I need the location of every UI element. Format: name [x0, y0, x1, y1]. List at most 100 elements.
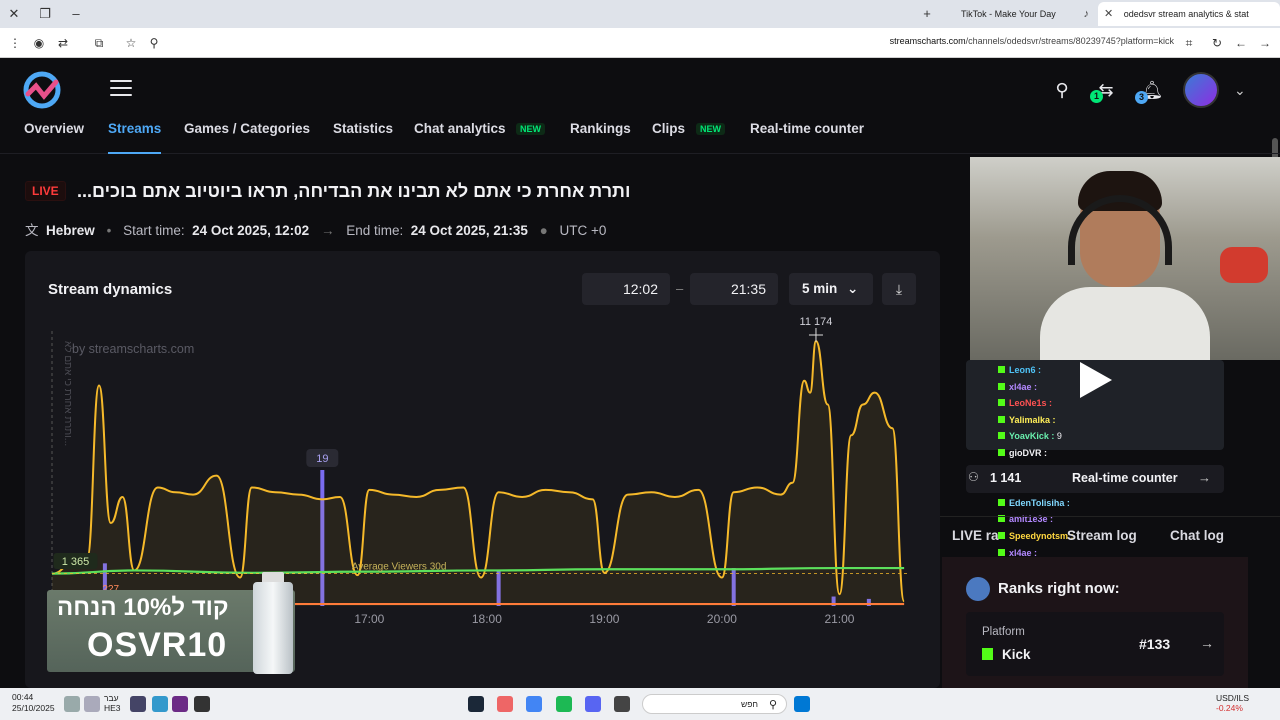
restore-window-icon[interactable]: ❐ [35, 4, 55, 24]
start-label: 1 365 [62, 556, 90, 568]
url-field[interactable]: streamscharts.com/channels/odedsvr/strea… [890, 36, 1174, 46]
tiktok-icon: ♪ [1083, 8, 1090, 20]
tab-chat-analytics[interactable]: Chat analytics [414, 120, 506, 154]
puzzle-icon[interactable]: ⧉ [90, 34, 108, 52]
x-tick-label: 18:00 [472, 612, 502, 626]
chat-username[interactable]: YoavKick : [1009, 431, 1054, 441]
rank-value: #133 [1139, 636, 1171, 652]
x-tick-label: 19:00 [589, 612, 619, 626]
tab-clips[interactable]: Clips [652, 120, 685, 154]
volume-icon[interactable] [64, 696, 80, 712]
tab-streams[interactable]: Streams [108, 120, 162, 154]
tab-streamscharts[interactable]: ✕ odedsvr stream analytics & stat [1098, 2, 1280, 26]
steam-icon[interactable] [468, 696, 484, 712]
url-host: streamscharts.com [889, 36, 966, 46]
platform-label: Platform [982, 626, 1025, 638]
new-tab-icon[interactable]: + [917, 4, 937, 24]
x-tick-label: 21:00 [824, 612, 854, 626]
extensions-icon[interactable]: ⇄ [54, 34, 72, 52]
tab-overview[interactable]: Overview [24, 120, 84, 154]
arrow-right-icon[interactable]: → [1198, 470, 1211, 485]
microphone-icon[interactable] [130, 696, 146, 712]
chat-username[interactable]: EdenTolisiha : [1009, 498, 1070, 508]
arrow-right-icon: → [320, 223, 335, 238]
back-icon[interactable]: → [1256, 34, 1274, 52]
interval-dropdown[interactable]: 5 min ⌄ [789, 273, 873, 305]
tray-app-icon[interactable] [194, 696, 210, 712]
app-icon[interactable] [497, 696, 513, 712]
chrome-icon[interactable] [526, 696, 542, 712]
currency-widget[interactable]: USD/ILS -0.24% [1216, 693, 1249, 713]
currency-pair: USD/ILS [1216, 693, 1250, 703]
lang-top: עבר [104, 693, 119, 703]
platform-rank-card[interactable]: Platform Kick #133 → [966, 612, 1224, 676]
channel-nav: Overview Streams Games / Categories Stat… [0, 120, 1280, 154]
file-explorer-icon[interactable] [614, 696, 630, 712]
onenote-icon[interactable] [172, 696, 188, 712]
chat-text: 9 [1054, 431, 1062, 442]
chevron-down-icon[interactable]: ⌄ [1234, 82, 1246, 99]
range-dash: – [676, 281, 684, 296]
chat-username[interactable]: Leon6 : [1009, 365, 1041, 375]
menu-hamburger-icon[interactable] [110, 80, 132, 98]
chat-username[interactable]: gioDVR : [1009, 448, 1047, 458]
download-icon[interactable]: ⤓ [882, 273, 916, 305]
spotify-icon[interactable] [556, 696, 572, 712]
profile-icon[interactable]: ◉ [30, 34, 48, 52]
arrow-right-icon[interactable]: → [1200, 635, 1214, 651]
translate-icon[interactable]: ⌗ [1180, 34, 1198, 52]
x-tick-label: 20:00 [707, 612, 737, 626]
windows-start-icon[interactable] [794, 696, 810, 712]
minimize-window-icon[interactable]: – [66, 4, 86, 24]
clock[interactable]: 00:44 25/10/2025 [12, 692, 55, 714]
realtime-counter-link[interactable]: Real-time counter [1072, 471, 1178, 485]
notification-badge: 3 [1135, 91, 1148, 104]
card-title: Stream dynamics [48, 281, 173, 298]
language-indicator[interactable]: עבר HE3 [104, 693, 121, 713]
tab-realtime-counter[interactable]: Real-time counter [750, 120, 864, 154]
chart-side-label: ותרת אחרת כי אתם לא... [62, 341, 74, 446]
viewers-area [52, 341, 905, 606]
from-time-input[interactable]: 12:02 [582, 273, 670, 305]
to-time-input[interactable]: 21:35 [690, 273, 778, 305]
network-icon[interactable] [84, 696, 100, 712]
kick-icon [998, 366, 1005, 373]
chat-username[interactable]: Yalimalka : [1009, 415, 1056, 425]
search-placeholder: חפש [741, 699, 758, 709]
tab-games[interactable]: Games / Categories [184, 120, 310, 154]
streamscharts-logo-icon[interactable] [22, 70, 62, 110]
chat-username[interactable]: xl4ae : [1009, 382, 1037, 392]
live-badge: LIVE [25, 181, 66, 201]
user-avatar[interactable] [1183, 72, 1219, 108]
search-icon: ⚲ [769, 699, 778, 711]
chat-peak-label: 19 [316, 453, 328, 465]
menu-dots-icon[interactable]: ⋮ [6, 34, 24, 52]
url-path: /channels/odedsvr/streams/80239745?platf… [965, 36, 1174, 46]
viewers-bar: ⚇ 1 141 Real-time counter → [966, 465, 1224, 493]
interval-value: 5 min [802, 281, 838, 296]
person-shirt [1040, 287, 1210, 360]
tray-app-icon[interactable] [152, 696, 168, 712]
tab-live-ranks[interactable]: LIVE ra [952, 528, 999, 543]
separator-dot: • [106, 223, 112, 238]
chat-message: EdenTolisiha : [998, 495, 1228, 512]
chat-username[interactable]: LeoNe1s : [1009, 398, 1052, 408]
reload-icon[interactable]: ↻ [1208, 34, 1226, 52]
tab-tiktok[interactable]: TikTok - Make Your Day ♪ [953, 2, 1093, 26]
close-window-icon[interactable]: ✕ [4, 4, 24, 24]
discord-icon[interactable] [585, 696, 601, 712]
forward-icon[interactable]: ← [1232, 34, 1250, 52]
taskbar-search[interactable]: חפש ⚲ [642, 694, 787, 714]
tab-rankings[interactable]: Rankings [570, 120, 631, 154]
tab-statistics[interactable]: Statistics [333, 120, 393, 154]
search-icon[interactable]: ⚲ [1050, 78, 1074, 102]
search-icon[interactable]: ⚲ [145, 34, 163, 52]
tab-chat-log[interactable]: Chat log [1170, 528, 1224, 543]
language-label: Hebrew [46, 223, 95, 238]
tab-stream-log[interactable]: Stream log [1067, 528, 1137, 543]
peak-label: 11 174 [800, 316, 833, 328]
close-tab-icon[interactable]: ✕ [1104, 8, 1113, 20]
end-time-value: 24 Oct 2025, 21:35 [410, 223, 528, 238]
bookmark-star-icon[interactable]: ☆ [122, 34, 140, 52]
platform-value: Kick [1002, 647, 1031, 662]
